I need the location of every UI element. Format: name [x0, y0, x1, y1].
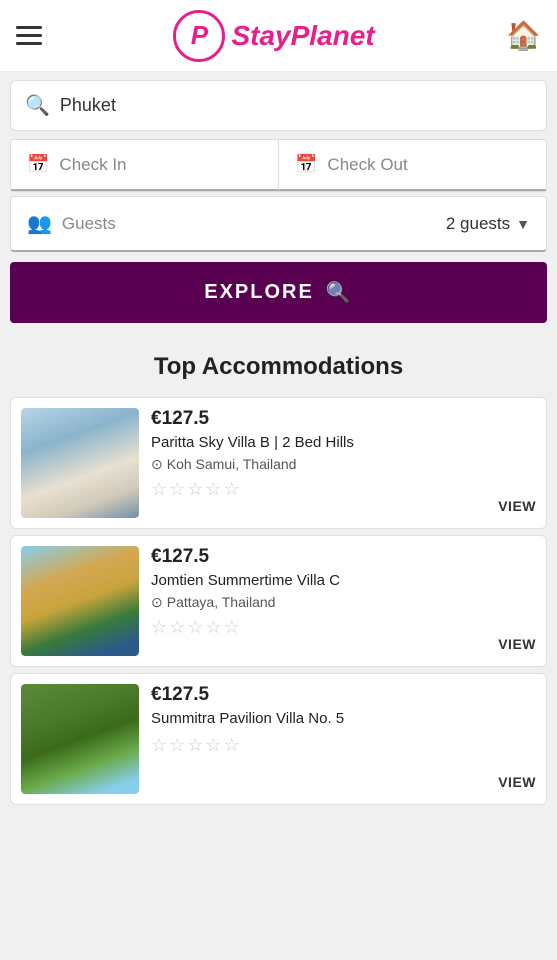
chevron-down-icon: ▼ [516, 216, 530, 232]
card-image [21, 408, 139, 518]
card-stars: ☆ ☆ ☆ ☆ ☆ [151, 735, 486, 756]
logo-letter: P [191, 20, 208, 51]
calendar-icon: 📅 [295, 154, 317, 175]
search-bar: 🔍 [10, 80, 547, 131]
star-2: ☆ [169, 735, 185, 756]
card-image [21, 684, 139, 794]
card-right: VIEW [498, 408, 536, 518]
guests-value[interactable]: 2 guests ▼ [446, 214, 530, 234]
explore-search-icon: 🔍 [326, 280, 353, 305]
card-price: €127.5 [151, 408, 486, 430]
property-image [21, 408, 139, 518]
guests-label: Guests [62, 214, 116, 234]
section-title: Top Accommodations [0, 333, 557, 391]
location-icon: ⊙ [151, 456, 163, 473]
card-right: VIEW [498, 684, 536, 794]
property-image [21, 546, 139, 656]
star-5: ☆ [224, 735, 240, 756]
card-stars: ☆ ☆ ☆ ☆ ☆ [151, 617, 486, 638]
guests-icon: 👥 [27, 211, 52, 236]
guests-count: 2 guests [446, 214, 510, 234]
accommodation-card: €127.5 Jomtien Summertime Villa C ⊙ Patt… [10, 535, 547, 667]
checkout-field[interactable]: 📅 Check Out [279, 140, 546, 191]
checkout-label: Check Out [327, 155, 407, 175]
hamburger-menu-button[interactable] [16, 26, 42, 45]
star-5: ☆ [224, 479, 240, 500]
accommodation-card: €127.5 Paritta Sky Villa B | 2 Bed Hills… [10, 397, 547, 529]
star-3: ☆ [187, 735, 203, 756]
star-1: ☆ [151, 479, 167, 500]
card-name: Jomtien Summertime Villa C [151, 571, 486, 591]
star-2: ☆ [169, 479, 185, 500]
card-image [21, 546, 139, 656]
card-location: ⊙ Pattaya, Thailand [151, 594, 486, 611]
view-button[interactable]: VIEW [498, 770, 536, 794]
card-stars: ☆ ☆ ☆ ☆ ☆ [151, 479, 486, 500]
location-text: Pattaya, Thailand [167, 594, 276, 610]
accommodations-list: €127.5 Paritta Sky Villa B | 2 Bed Hills… [0, 397, 557, 805]
location-text: Koh Samui, Thailand [167, 456, 297, 472]
search-icon: 🔍 [25, 93, 50, 118]
star-4: ☆ [205, 479, 221, 500]
checkin-field[interactable]: 📅 Check In [11, 140, 279, 191]
date-row: 📅 Check In 📅 Check Out [10, 139, 547, 192]
star-2: ☆ [169, 617, 185, 638]
star-1: ☆ [151, 735, 167, 756]
accommodation-card: €127.5 Summitra Pavilion Villa No. 5 ☆ ☆… [10, 673, 547, 805]
star-5: ☆ [224, 617, 240, 638]
explore-button[interactable]: EXPLORE 🔍 [10, 262, 547, 323]
card-price: €127.5 [151, 684, 486, 706]
card-location: ⊙ Koh Samui, Thailand [151, 456, 486, 473]
card-name: Paritta Sky Villa B | 2 Bed Hills [151, 433, 486, 453]
guests-left: 👥 Guests [27, 211, 116, 236]
calendar-icon: 📅 [27, 154, 49, 175]
checkin-label: Check In [59, 155, 126, 175]
location-icon: ⊙ [151, 594, 163, 611]
app-header: P StayPlanet 🏠 [0, 0, 557, 72]
home-icon[interactable]: 🏠 [506, 19, 541, 52]
logo-name: StayPlanet [231, 20, 374, 52]
star-4: ☆ [205, 617, 221, 638]
star-3: ☆ [187, 617, 203, 638]
card-info: €127.5 Jomtien Summertime Villa C ⊙ Patt… [151, 546, 486, 656]
view-button[interactable]: VIEW [498, 632, 536, 656]
card-right: VIEW [498, 546, 536, 656]
card-info: €127.5 Paritta Sky Villa B | 2 Bed Hills… [151, 408, 486, 518]
star-4: ☆ [205, 735, 221, 756]
logo: P StayPlanet [173, 10, 374, 62]
star-3: ☆ [187, 479, 203, 500]
card-info: €127.5 Summitra Pavilion Villa No. 5 ☆ ☆… [151, 684, 486, 794]
explore-label: EXPLORE [204, 281, 314, 304]
view-button[interactable]: VIEW [498, 494, 536, 518]
guests-row[interactable]: 👥 Guests 2 guests ▼ [10, 196, 547, 252]
search-input[interactable] [60, 95, 532, 116]
star-1: ☆ [151, 617, 167, 638]
property-image [21, 684, 139, 794]
logo-circle: P [173, 10, 225, 62]
card-name: Summitra Pavilion Villa No. 5 [151, 709, 486, 729]
card-price: €127.5 [151, 546, 486, 568]
